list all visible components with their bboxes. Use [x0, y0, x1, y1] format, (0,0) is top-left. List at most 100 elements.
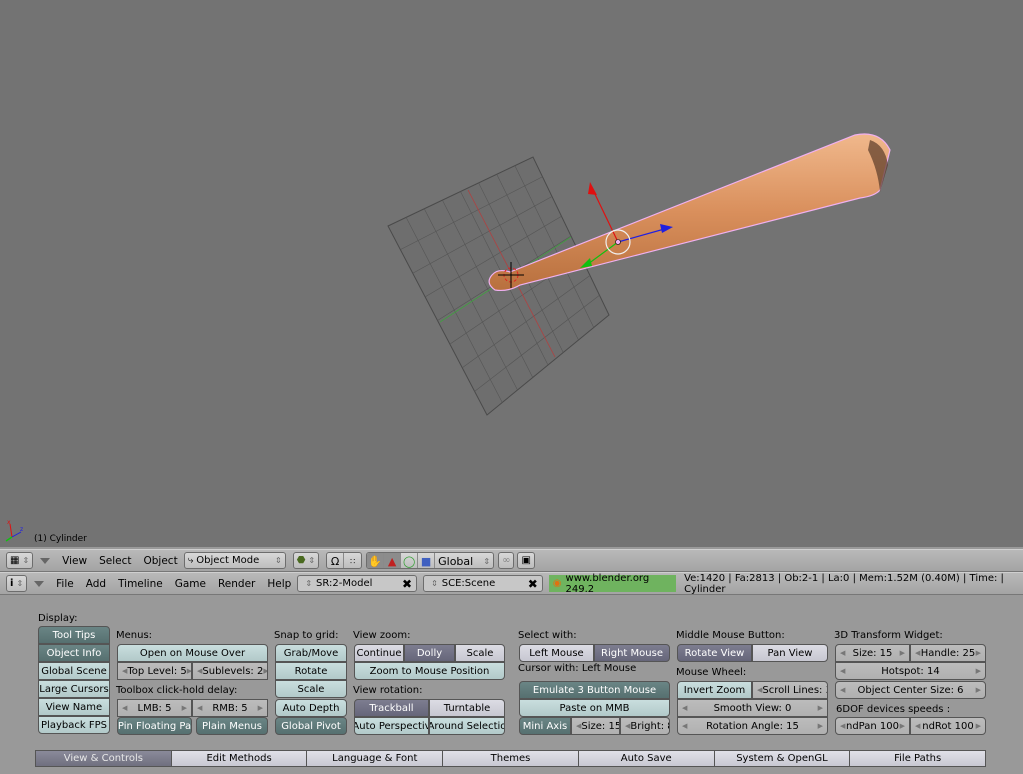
menu-object[interactable]: Object	[143, 555, 177, 567]
layer-toggle-button[interactable]: ∷	[344, 553, 361, 568]
plain-menus-toggle[interactable]: Plain Menus	[196, 717, 268, 735]
version-link[interactable]: ◉ www.blender.org 249.2	[548, 573, 677, 595]
paste-on-mmb-toggle[interactable]: Paste on MMB	[519, 699, 670, 717]
increment-arrow-icon[interactable]: ▶	[263, 667, 267, 675]
render-view-button[interactable]: ▣	[517, 552, 535, 569]
menu-help[interactable]: Help	[267, 578, 291, 590]
menu-timeline[interactable]: Timeline	[118, 578, 163, 590]
auto-depth-toggle[interactable]: Auto Depth	[275, 699, 347, 717]
large-cursors-toggle[interactable]: Large Cursors	[38, 680, 110, 698]
around-selection-toggle[interactable]: Around Selectio	[429, 717, 505, 735]
pin-floating-panels-toggle[interactable]: Pin Floating Pa	[117, 717, 192, 735]
x-axis-arrow[interactable]	[588, 182, 597, 195]
menu-game[interactable]: Game	[175, 578, 206, 590]
smooth-view-field[interactable]: ◀ Smooth View: 0 ▶	[677, 699, 828, 717]
tool-tips-toggle[interactable]: Tool Tips	[38, 626, 110, 644]
tab-auto-save[interactable]: Auto Save	[577, 750, 714, 767]
zoom-dolly-radio[interactable]: Dolly	[404, 644, 455, 662]
scale-manipulator-toggle[interactable]: ■	[418, 553, 436, 568]
3d-viewport[interactable]: x z (1) Cylinder	[0, 0, 1023, 547]
ndof-rot-field[interactable]: ◀ ndRot 100 ▶	[910, 717, 986, 735]
rotate-manipulator-toggle[interactable]: ◯	[401, 553, 419, 568]
collapse-menu-icon[interactable]	[34, 580, 45, 587]
increment-arrow-icon[interactable]: ▶	[182, 704, 187, 712]
emulate-3-button-toggle[interactable]: Emulate 3 Button Mouse	[519, 681, 670, 699]
view-name-toggle[interactable]: View Name	[38, 698, 110, 716]
snap-scale-toggle[interactable]: Scale	[275, 680, 347, 698]
increment-arrow-icon[interactable]: ▶	[818, 704, 823, 712]
snap-grab-toggle[interactable]: Grab/Move	[275, 644, 347, 662]
zoom-scale-radio[interactable]: Scale	[455, 644, 505, 662]
increment-arrow-icon[interactable]: ▶	[976, 686, 981, 694]
widget-size-field[interactable]: ◀ Size: 15 ▶	[835, 644, 910, 662]
tab-view-controls[interactable]: View & Controls	[35, 750, 171, 767]
increment-arrow-icon[interactable]: ▶	[900, 722, 905, 730]
rotation-turntable-radio[interactable]: Turntable	[429, 699, 505, 717]
tab-edit-methods[interactable]: Edit Methods	[170, 750, 307, 767]
global-pivot-toggle[interactable]: Global Pivot	[275, 717, 347, 735]
decrement-arrow-icon[interactable]: ◀	[840, 649, 845, 657]
zoom-to-mouse-toggle[interactable]: Zoom to Mouse Position	[354, 662, 505, 680]
rmb-delay-field[interactable]: ◀ RMB: 5 ▶	[192, 699, 268, 717]
mini-axis-size-field[interactable]: ◀Size: 15▶	[571, 717, 620, 735]
info-editor-type-button[interactable]: i ⇕	[6, 575, 28, 592]
decrement-arrow-icon[interactable]: ◀	[840, 667, 845, 675]
invert-zoom-toggle[interactable]: Invert Zoom	[677, 681, 752, 699]
pivot-point-button[interactable]: Ω	[327, 553, 345, 568]
sublevels-field[interactable]: ◀Sublevels: 2▶	[192, 662, 268, 680]
delete-screen-icon[interactable]: ✖	[402, 577, 412, 591]
lmb-delay-field[interactable]: ◀ LMB: 5 ▶	[117, 699, 192, 717]
mini-axis-toggle[interactable]: Mini Axis	[519, 717, 571, 735]
select-right-mouse-radio[interactable]: Right Mouse	[594, 644, 670, 662]
mini-axis-bright-field[interactable]: ◀Bright: 8▶	[620, 717, 670, 735]
tab-file-paths[interactable]: File Paths	[849, 750, 987, 767]
delete-scene-icon[interactable]: ✖	[528, 577, 538, 591]
widget-handle-field[interactable]: ◀ Handle: 25 ▶	[910, 644, 986, 662]
global-scene-toggle[interactable]: Global Scene	[38, 662, 110, 680]
menu-select[interactable]: Select	[99, 555, 131, 567]
scroll-lines-field[interactable]: ◀Scroll Lines: 3▶	[752, 681, 828, 699]
decrement-arrow-icon[interactable]: ◀	[915, 722, 920, 730]
decrement-arrow-icon[interactable]: ◀	[682, 722, 687, 730]
ndof-pan-field[interactable]: ◀ ndPan 100 ▶	[835, 717, 910, 735]
draw-type-select[interactable]: ⬣ ⇕	[292, 552, 320, 569]
playback-fps-toggle[interactable]: Playback FPS	[38, 716, 110, 734]
translate-manipulator-toggle[interactable]: ▲	[384, 553, 402, 568]
orientation-select[interactable]: Global ⇕	[435, 553, 493, 568]
open-on-mouse-over-toggle[interactable]: Open on Mouse Over	[117, 644, 268, 662]
screen-select[interactable]: ⇕ SR:2-Model ✖	[297, 575, 418, 592]
lock-layers-button[interactable]: ∞	[498, 552, 515, 569]
mmb-rotate-view-radio[interactable]: Rotate View	[677, 644, 752, 662]
select-left-mouse-radio[interactable]: Left Mouse	[519, 644, 594, 662]
rotation-trackball-radio[interactable]: Trackball	[354, 699, 429, 717]
menu-add[interactable]: Add	[86, 578, 106, 590]
top-level-field[interactable]: ◀ Top Level: 5 ▶	[117, 662, 192, 680]
decrement-arrow-icon[interactable]: ◀	[840, 686, 845, 694]
scene-name[interactable]: SCE:Scene	[442, 578, 496, 589]
menu-view[interactable]: View	[62, 555, 87, 567]
rotation-angle-field[interactable]: ◀ Rotation Angle: 15 ▶	[677, 717, 828, 735]
decrement-arrow-icon[interactable]: ◀	[840, 722, 845, 730]
scene-select[interactable]: ⇕ SCE:Scene ✖	[423, 575, 543, 592]
mode-select[interactable]: ⤷ Object Mode ⇕	[183, 552, 286, 569]
tab-system-opengl[interactable]: System & OpenGL	[713, 750, 850, 767]
decrement-arrow-icon[interactable]: ◀	[197, 704, 202, 712]
mmb-pan-view-radio[interactable]: Pan View	[752, 644, 828, 662]
tab-language-font[interactable]: Language & Font	[306, 750, 443, 767]
object-center-size-field[interactable]: ◀ Object Center Size: 6 ▶	[835, 681, 986, 699]
widget-hotspot-field[interactable]: ◀ Hotspot: 14 ▶	[835, 662, 986, 680]
decrement-arrow-icon[interactable]: ◀	[682, 704, 687, 712]
increment-arrow-icon[interactable]: ▶	[976, 649, 981, 657]
decrement-arrow-icon[interactable]: ◀	[915, 649, 920, 657]
menu-render[interactable]: Render	[218, 578, 255, 590]
manipulator-toggle[interactable]: ✋	[367, 553, 385, 568]
menu-file[interactable]: File	[56, 578, 74, 590]
editor-type-button[interactable]: ▦ ⇕	[6, 552, 34, 569]
increment-arrow-icon[interactable]: ▶	[258, 704, 263, 712]
zoom-continue-radio[interactable]: Continue	[354, 644, 404, 662]
tab-themes[interactable]: Themes	[442, 750, 578, 767]
increment-arrow-icon[interactable]: ▶	[976, 667, 981, 675]
object-info-toggle[interactable]: Object Info	[38, 644, 110, 662]
snap-rotate-toggle[interactable]: Rotate	[275, 662, 347, 680]
screen-name[interactable]: SR:2-Model	[316, 578, 372, 589]
